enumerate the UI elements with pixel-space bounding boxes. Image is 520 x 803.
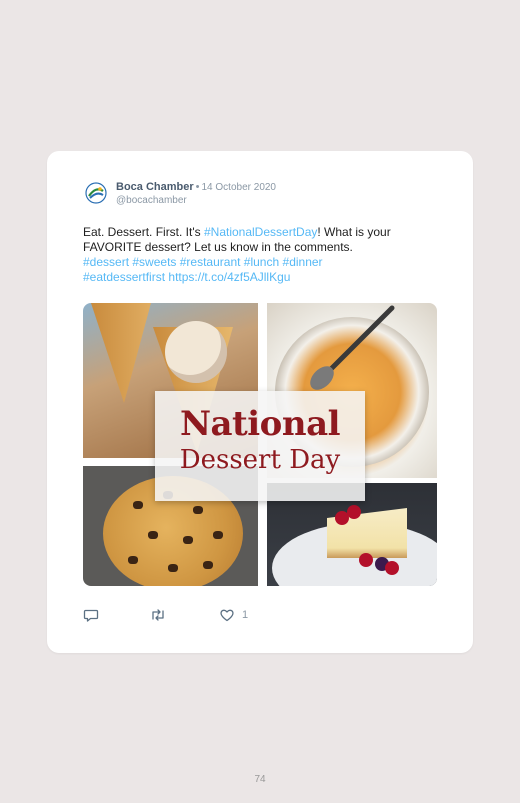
heart-icon [220,609,234,622]
chocolate-chip [133,501,143,509]
chocolate-chip [148,531,158,539]
reply-button[interactable] [83,607,99,623]
like-button[interactable]: 1 [219,607,248,623]
chocolate-chip [183,536,193,544]
author-line: Boca Chamber • 14 October 2020 [116,181,276,193]
separator: • [195,181,200,193]
reply-icon [83,609,99,622]
hashtag-eatdessertfirst[interactable]: #eatdessertfirst [83,270,165,284]
tweet-text-part1: Eat. Dessert. First. It's [83,225,204,239]
tweet-date[interactable]: 14 October 2020 [202,182,277,193]
retweet-icon [152,609,164,621]
hashtag-dinner[interactable]: #dinner [283,255,323,269]
hashtag-lunch[interactable]: #lunch [244,255,279,269]
like-count: 1 [242,609,249,621]
banner-line1: National [179,404,341,444]
chocolate-chip [213,531,223,539]
chocolate-chip [128,556,138,564]
boca-chamber-logo [85,182,107,204]
cherry [347,505,361,519]
page-number: 74 [254,774,266,785]
chocolate-chip [168,564,178,572]
chocolate-chip [193,506,203,514]
hashtag-restaurant[interactable]: #restaurant [180,255,241,269]
cherry [385,561,399,575]
author-handle[interactable]: @bocachamber [116,195,187,206]
tweet-card: Boca Chamber • 14 October 2020 @bocachambe… [47,151,473,653]
waffle-cone [91,303,151,403]
hashtag-sweets[interactable]: #sweets [132,255,176,269]
cherry [359,553,373,567]
national-dessert-day-banner: National Dessert Day [155,391,365,501]
hashtag-nationaldessertday[interactable]: #NationalDessertDay [204,225,317,239]
chocolate-chip [203,561,213,569]
author-name[interactable]: Boca Chamber [116,181,194,193]
tweet-actions: 1 [83,607,443,623]
hashtag-dessert[interactable]: #dessert [83,255,129,269]
retweet-button[interactable] [149,607,167,623]
tweet-text: Eat. Dessert. First. It's #NationalDesse… [83,225,443,285]
avatar[interactable] [85,182,107,204]
ice-cream-scoop [165,321,227,383]
tweet-url[interactable]: https://t.co/4zf5AJllKgu [168,270,290,284]
tweet-image[interactable]: National Dessert Day [83,303,437,586]
banner-line2: Dessert Day [179,445,341,475]
